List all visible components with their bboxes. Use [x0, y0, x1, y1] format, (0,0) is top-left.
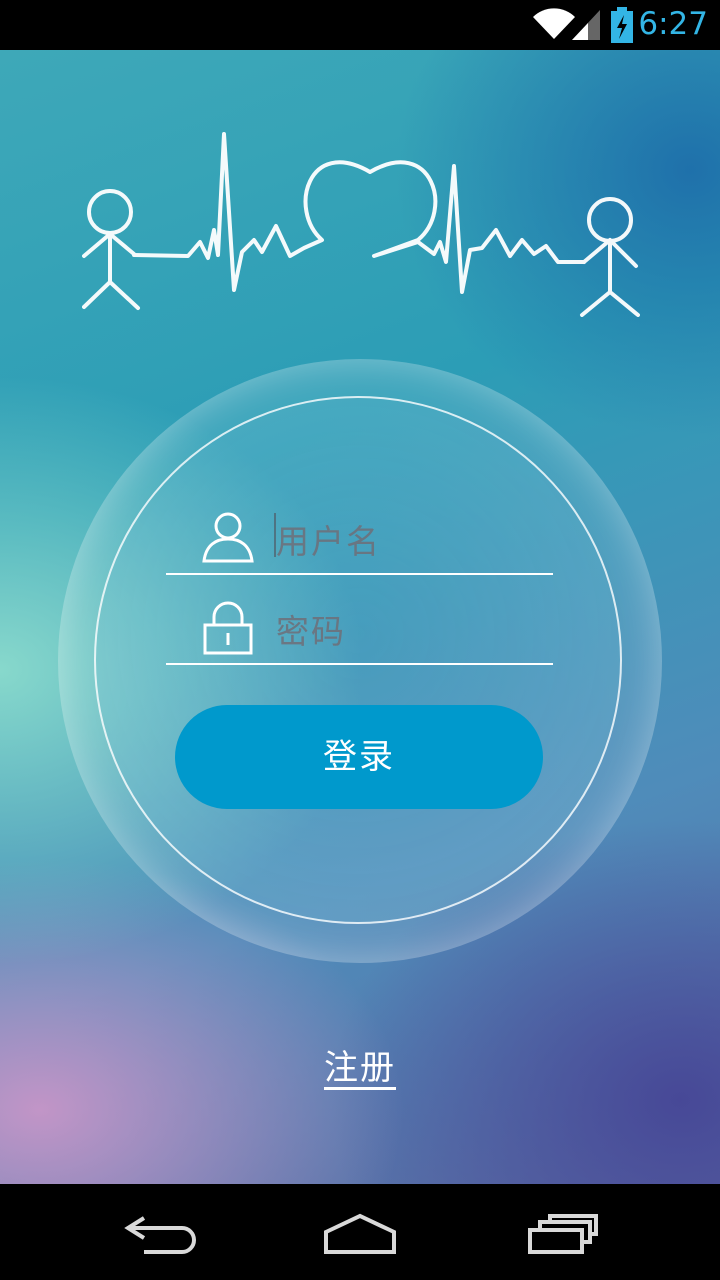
recent-apps-icon[interactable] [526, 1212, 600, 1256]
username-field[interactable]: 用户名 [166, 511, 553, 575]
password-field[interactable]: 密码 [166, 601, 553, 665]
password-input[interactable]: 密码 [276, 605, 346, 653]
heartbeat-people-logo [82, 132, 640, 317]
username-input[interactable]: 用户名 [276, 515, 381, 563]
navigation-bar [0, 1184, 720, 1280]
user-icon [202, 512, 254, 563]
signal-icon [572, 10, 600, 40]
login-button[interactable]: 登录 [175, 705, 543, 809]
home-icon[interactable] [322, 1212, 398, 1256]
back-icon[interactable] [124, 1212, 196, 1256]
lock-icon [203, 601, 253, 655]
wifi-icon [533, 8, 575, 39]
status-bar: 6:27 [0, 0, 720, 50]
login-screen: 用户名 密码 登录 注册 [0, 50, 720, 1184]
battery-charging-icon [611, 7, 633, 43]
clock: 6:27 [638, 6, 708, 42]
register-link[interactable]: 注册 [0, 1040, 720, 1089]
